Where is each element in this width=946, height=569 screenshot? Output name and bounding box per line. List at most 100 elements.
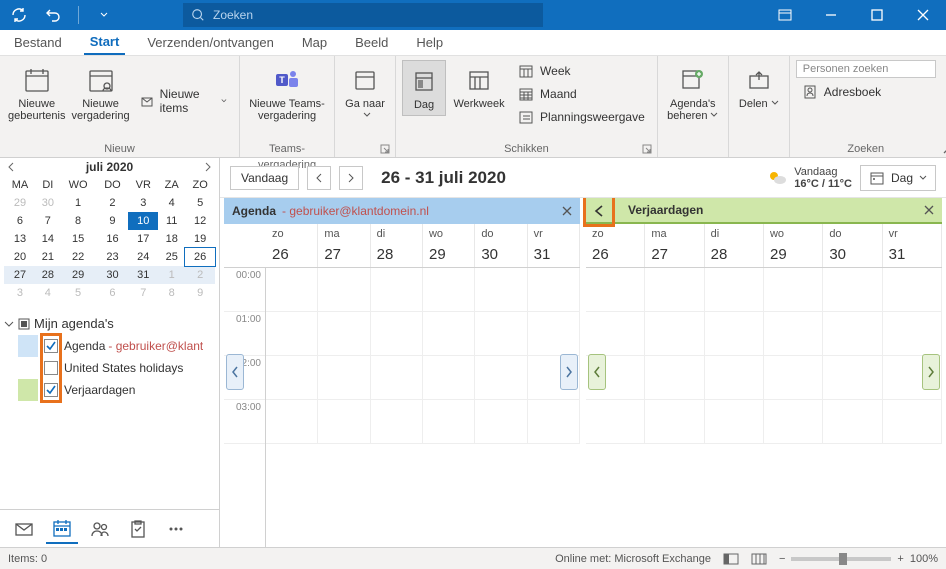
tab-sendreceive[interactable]: Verzenden/ontvangen: [141, 31, 280, 54]
minical-day[interactable]: 10: [128, 212, 158, 230]
minical-day[interactable]: 18: [158, 230, 185, 248]
minical-day[interactable]: 4: [158, 194, 185, 212]
minical-day[interactable]: 30: [96, 266, 128, 284]
undo-icon[interactable]: [40, 0, 66, 30]
close-pane-button[interactable]: [924, 205, 934, 215]
minical-day[interactable]: 1: [158, 266, 185, 284]
day-header-cell[interactable]: di28: [371, 224, 423, 267]
minical-day[interactable]: 23: [96, 248, 128, 266]
day-header-cell[interactable]: do30: [823, 224, 882, 267]
minical-day[interactable]: 26: [185, 248, 215, 266]
calendar-pane-tab[interactable]: Agenda - gebruiker@klantdomein.nl: [224, 198, 580, 224]
qat-dropdown-icon[interactable]: [91, 0, 117, 30]
minical-day[interactable]: 20: [4, 248, 36, 266]
minical-day[interactable]: 6: [4, 212, 36, 230]
calendar-checkbox[interactable]: [44, 361, 58, 375]
minical-day[interactable]: 5: [185, 194, 215, 212]
tab-home[interactable]: Start: [84, 30, 126, 55]
ribbon-display-button[interactable]: [762, 0, 808, 30]
goto-button[interactable]: Ga naar: [341, 60, 389, 126]
minical-day[interactable]: 9: [185, 284, 215, 302]
minical-day[interactable]: 9: [96, 212, 128, 230]
time-grid[interactable]: 00:0001:0002:0003:00: [224, 268, 580, 547]
minical-day[interactable]: 6: [96, 284, 128, 302]
minical-day[interactable]: 19: [185, 230, 215, 248]
day-header-cell[interactable]: wo29: [764, 224, 823, 267]
new-event-button[interactable]: Nieuwe gebeurtenis: [6, 60, 67, 126]
zoom-slider[interactable]: [791, 557, 891, 561]
tab-folder[interactable]: Map: [296, 31, 333, 54]
minical-day[interactable]: 11: [158, 212, 185, 230]
tab-file[interactable]: Bestand: [8, 31, 68, 54]
scroll-next-button[interactable]: [922, 354, 940, 390]
zoom-in-icon[interactable]: +: [897, 553, 903, 565]
close-button[interactable]: [900, 0, 946, 30]
minical-day[interactable]: 27: [4, 266, 36, 284]
nav-tasks-icon[interactable]: [122, 514, 154, 544]
minical-day[interactable]: 7: [36, 212, 60, 230]
minical-day[interactable]: 30: [36, 194, 60, 212]
minical-day[interactable]: 5: [60, 284, 97, 302]
minical-day[interactable]: 12: [185, 212, 215, 230]
calendar-checkbox[interactable]: [44, 383, 58, 397]
day-header-cell[interactable]: vr31: [883, 224, 942, 267]
minical-day[interactable]: 7: [128, 284, 158, 302]
mini-calendar[interactable]: MADIWODOVRZAZO29301234567891011121314151…: [0, 176, 219, 302]
minical-day[interactable]: 3: [4, 284, 36, 302]
minical-day[interactable]: 1: [60, 194, 97, 212]
month-view-button[interactable]: Maand: [512, 83, 651, 105]
day-header-cell[interactable]: ma27: [318, 224, 370, 267]
calendar-list-item[interactable]: Agenda - gebruiker@klant: [4, 335, 215, 357]
minical-day[interactable]: 24: [128, 248, 158, 266]
share-button[interactable]: Delen: [735, 60, 783, 114]
minical-day[interactable]: 8: [60, 212, 97, 230]
today-button[interactable]: Vandaag: [230, 166, 299, 190]
new-items-button[interactable]: Nieuwe items: [134, 84, 233, 118]
day-header-cell[interactable]: di28: [705, 224, 764, 267]
prev-month-button[interactable]: [6, 162, 16, 172]
schedule-view-button[interactable]: Planningsweergave: [512, 106, 651, 128]
weather[interactable]: Vandaag 16°C / 11°C: [766, 166, 852, 190]
minical-day[interactable]: 15: [60, 230, 97, 248]
zoom-out-icon[interactable]: −: [779, 553, 785, 565]
teams-meeting-button[interactable]: T Nieuwe Teams-vergadering: [246, 60, 328, 126]
minical-day[interactable]: 14: [36, 230, 60, 248]
minical-day[interactable]: 31: [128, 266, 158, 284]
maximize-button[interactable]: [854, 0, 900, 30]
calendar-list-item[interactable]: Verjaardagen: [4, 379, 215, 401]
find-people-input[interactable]: Personen zoeken: [796, 60, 936, 78]
minimize-button[interactable]: [808, 0, 854, 30]
minical-day[interactable]: 8: [158, 284, 185, 302]
week-view-button[interactable]: Week: [512, 60, 651, 82]
minical-day[interactable]: 22: [60, 248, 97, 266]
minical-day[interactable]: 16: [96, 230, 128, 248]
scroll-next-button[interactable]: [560, 354, 578, 390]
merge-arrow-button[interactable]: [583, 198, 615, 227]
prev-range-button[interactable]: [307, 166, 331, 190]
nav-calendar-icon[interactable]: [46, 514, 78, 544]
minical-day[interactable]: 4: [36, 284, 60, 302]
tab-view[interactable]: Beeld: [349, 31, 394, 54]
view-normal-icon[interactable]: [723, 553, 739, 565]
minical-day[interactable]: 28: [36, 266, 60, 284]
zoom-control[interactable]: − + 100%: [779, 553, 938, 565]
nav-mail-icon[interactable]: [8, 514, 40, 544]
next-range-button[interactable]: [339, 166, 363, 190]
day-header-cell[interactable]: vr31: [528, 224, 580, 267]
search-box[interactable]: Zoeken: [183, 3, 543, 27]
close-pane-button[interactable]: [562, 206, 572, 216]
calendar-list-item[interactable]: United States holidays: [4, 357, 215, 379]
minical-day[interactable]: 13: [4, 230, 36, 248]
day-header-cell[interactable]: wo29: [423, 224, 475, 267]
dialog-launcher-icon[interactable]: [379, 143, 391, 155]
calendar-checkbox[interactable]: [44, 339, 58, 353]
dialog-launcher-icon[interactable]: [641, 143, 653, 155]
minical-day[interactable]: 2: [185, 266, 215, 284]
calendar-pane-tab[interactable]: Verjaardagen: [586, 198, 942, 224]
minical-day[interactable]: 29: [60, 266, 97, 284]
nav-more-icon[interactable]: [160, 514, 192, 544]
next-month-button[interactable]: [203, 162, 213, 172]
time-grid[interactable]: [586, 268, 942, 547]
addressbook-button[interactable]: Adresboek: [796, 81, 936, 103]
minical-day[interactable]: 21: [36, 248, 60, 266]
